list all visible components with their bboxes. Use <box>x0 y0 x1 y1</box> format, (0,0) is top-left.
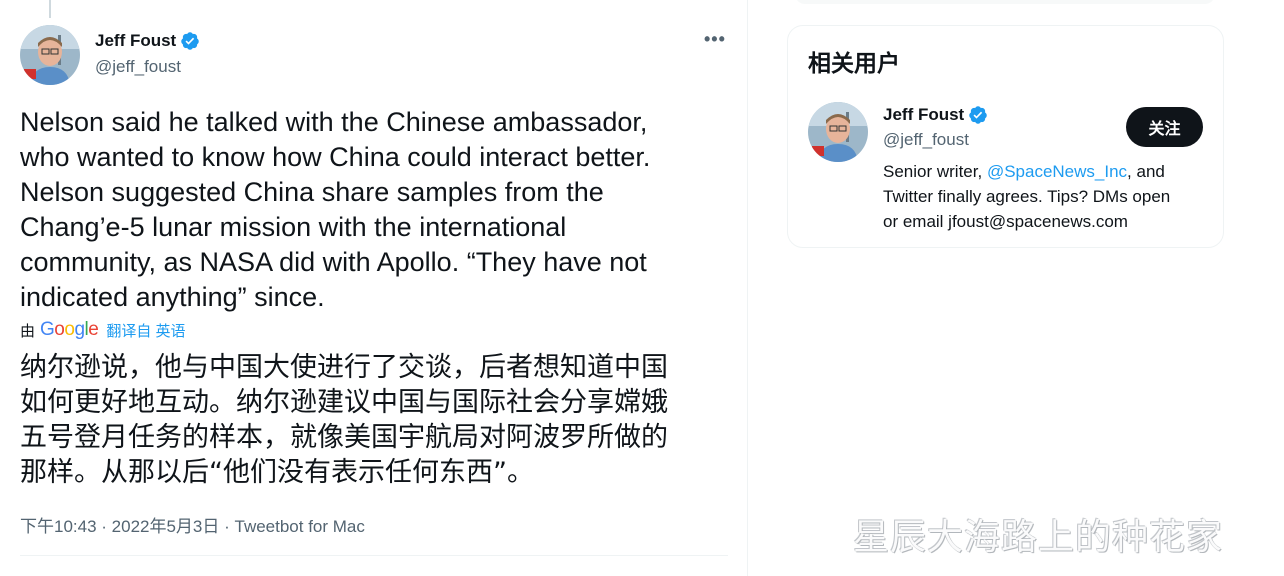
related-users-title: 相关用户 <box>808 51 900 77</box>
tweet-detail-column: Jeff Foust @jeff_foust ••• Nelson said h… <box>0 0 748 576</box>
verified-badge-icon <box>180 31 200 51</box>
translated-text-line: 如何更好地互动。纳尔逊建议中国与国际社会分享嫦娥 <box>20 387 668 418</box>
bio-text: Senior writer, <box>883 162 987 181</box>
translation-attribution: 由 Google 翻译自 英语 <box>20 319 186 341</box>
tweet-text-line: community, as NASA did with Apollo. “The… <box>20 247 647 277</box>
tweet-time[interactable]: 下午10:43 <box>20 517 97 536</box>
translated-text-line: 纳尔逊说，他与中国大使进行了交谈，后者想知道中国 <box>20 352 668 383</box>
tweet-meta: 下午10:43 · 2022年5月3日 · Tweetbot for Mac <box>20 512 365 537</box>
tweet-text-line: indicated anything” since. <box>20 282 325 312</box>
watermark: 星辰大海路上的种花家 <box>853 517 1224 558</box>
translate-by-label: 由 <box>20 322 36 340</box>
bio-line: Twitter finally agrees. Tips? DMs open <box>883 187 1171 206</box>
bio-mention-link[interactable]: @SpaceNews_Inc <box>987 162 1127 181</box>
meta-separator: · <box>219 517 235 536</box>
tweet-source[interactable]: Tweetbot for Mac <box>235 517 365 536</box>
author-handle[interactable]: @jeff_foust <box>95 57 181 77</box>
translated-text-line: 五号登月任务的样本，就像美国宇航局对阿波罗所做的 <box>20 422 668 453</box>
verified-badge-icon <box>968 105 988 125</box>
divider <box>20 555 728 556</box>
related-user-avatar[interactable] <box>808 102 868 162</box>
bio-text: , and <box>1127 162 1165 181</box>
tweet-date[interactable]: 2022年5月3日 <box>112 517 220 536</box>
author-name[interactable]: Jeff Foust <box>95 31 200 51</box>
translated-tweet-text: 纳尔逊说，他与中国大使进行了交谈，后者想知道中国 如何更好地互动。纳尔逊建议中国… <box>20 350 720 490</box>
author-name-text[interactable]: Jeff Foust <box>95 31 176 51</box>
translated-text-line: 那样。从那以后“他们没有表示任何东西”。 <box>20 457 534 488</box>
related-user-handle[interactable]: @jeff_foust <box>883 130 969 150</box>
meta-separator: · <box>96 517 112 536</box>
more-horizontal-icon[interactable]: ••• <box>704 29 726 50</box>
related-users-card: 相关用户 Jeff Foust @jeff_foust 关注 Senior wr… <box>787 25 1224 248</box>
google-logo: Google <box>40 319 99 340</box>
author-avatar[interactable] <box>20 25 80 85</box>
bio-line: Senior writer, @SpaceNews_Inc, and <box>883 159 1213 184</box>
related-user-name[interactable]: Jeff Foust <box>883 105 988 125</box>
translate-source-link[interactable]: 翻译自 英语 <box>106 320 185 341</box>
related-user-name-text[interactable]: Jeff Foust <box>883 105 964 125</box>
thread-connector-line <box>49 0 51 18</box>
tweet-text-line: Nelson said he talked with the Chinese a… <box>20 107 648 137</box>
sidebar-top-card-edge <box>795 0 1215 4</box>
follow-button[interactable]: 关注 <box>1126 107 1203 147</box>
tweet-text-line: who wanted to know how China could inter… <box>20 142 651 172</box>
tweet-text-line: Nelson suggested China share samples fro… <box>20 177 604 207</box>
bio-line: or email jfoust@spacenews.com <box>883 212 1128 231</box>
related-user-bio: Senior writer, @SpaceNews_Inc, and Twitt… <box>883 159 1213 234</box>
tweet-text: Nelson said he talked with the Chinese a… <box>20 105 720 315</box>
tweet-text-line: Chang’e-5 lunar mission with the interna… <box>20 212 567 242</box>
